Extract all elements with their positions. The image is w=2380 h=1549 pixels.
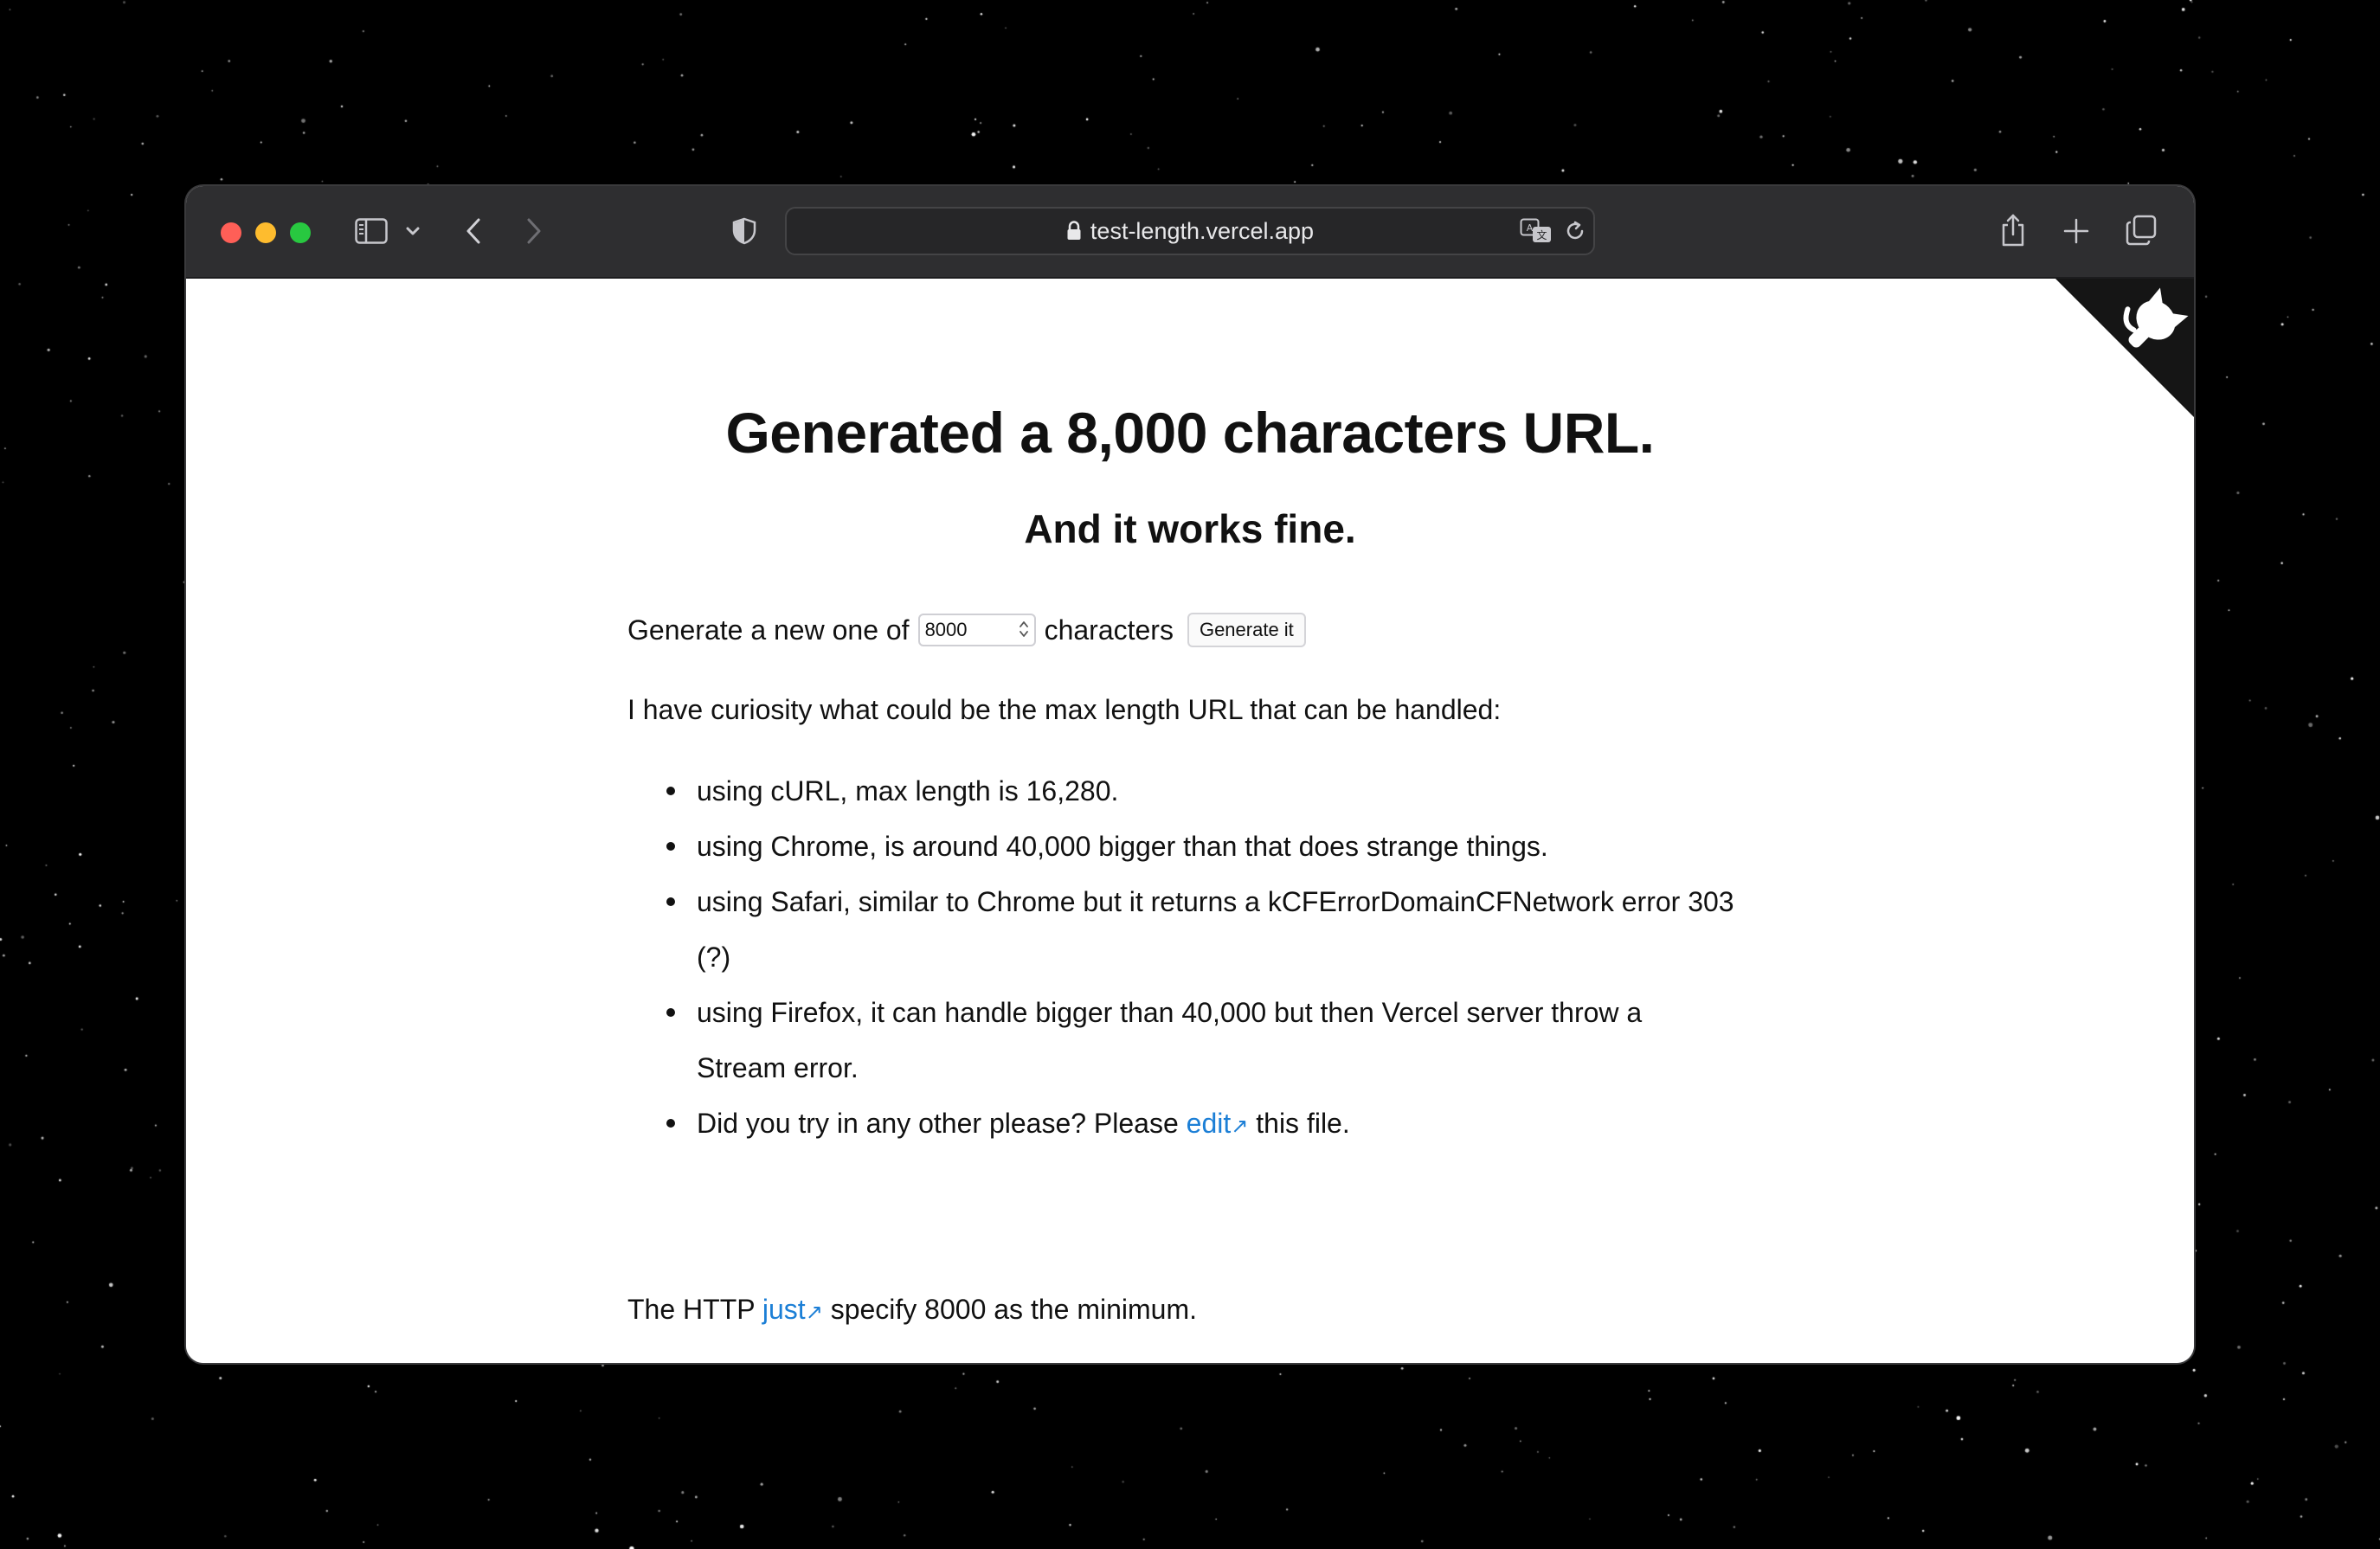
- list-item: using cURL, max length is 16,280.: [627, 763, 1753, 819]
- just-link[interactable]: just↗: [762, 1294, 823, 1325]
- github-corner-link[interactable]: [2055, 279, 2194, 417]
- tab-overview-icon[interactable]: [2125, 214, 2158, 247]
- external-link-icon: ↗: [805, 1301, 823, 1324]
- external-link-icon: ↗: [1231, 1115, 1249, 1138]
- generate-prefix-text: Generate a new one of: [627, 614, 910, 646]
- share-icon[interactable]: [1998, 212, 2028, 248]
- sidebar-icon[interactable]: [354, 215, 389, 247]
- forward-icon[interactable]: [524, 215, 544, 247]
- page-subtitle: And it works fine.: [1024, 506, 1356, 551]
- just-link-label: just: [762, 1294, 806, 1325]
- svg-text:文: 文: [1536, 228, 1547, 241]
- generate-suffix-text: characters: [1044, 614, 1174, 646]
- back-icon[interactable]: [463, 215, 484, 247]
- toolbar: test-length.vercel.app A文: [186, 186, 2194, 279]
- minimize-window-button[interactable]: [255, 222, 276, 243]
- new-tab-icon[interactable]: [2062, 217, 2090, 245]
- lock-icon: [1066, 221, 1082, 241]
- intro-paragraph: I have curiosity what could be the max l…: [627, 694, 1502, 725]
- list-item: using Chrome, is around 40,000 bigger th…: [627, 819, 1753, 874]
- list-item: using Firefox, it can handle bigger than…: [627, 985, 1753, 1096]
- length-value: 8000: [924, 619, 968, 640]
- list-item-text-end: this file.: [1256, 1108, 1350, 1139]
- list-item-text-continued: Stream error.: [697, 1052, 859, 1083]
- list-item-text: Did you try in any other please? Please: [697, 1108, 1179, 1139]
- generate-form: Generate a new one of 8000 characters Ge…: [627, 611, 1306, 649]
- zoom-window-button[interactable]: [290, 222, 311, 243]
- list-item-text: using Chrome, is around 40,000 bigger th…: [697, 831, 1548, 862]
- list-item: Did you try in any other please? Please …: [627, 1096, 1753, 1154]
- footer-text-end: specify 8000 as the minimum.: [830, 1294, 1197, 1325]
- close-window-button[interactable]: [221, 222, 241, 243]
- browser-window: test-length.vercel.app A文 Generated a 8,…: [186, 186, 2194, 1363]
- stepper-icon[interactable]: [1019, 619, 1029, 640]
- footer-paragraph: The HTTP just↗ specify 8000 as the minim…: [627, 1294, 1197, 1326]
- list-item: using Safari, similar to Chrome but it r…: [627, 874, 1753, 985]
- page-title: Generated a 8,000 characters URL.: [725, 401, 1655, 465]
- footer-text-start: The HTTP: [627, 1294, 755, 1325]
- translate-icon[interactable]: A文: [1519, 217, 1553, 245]
- address-bar-content: test-length.vercel.app: [787, 209, 1593, 254]
- length-number-input[interactable]: 8000: [917, 614, 1036, 646]
- chevron-down-icon[interactable]: [402, 222, 423, 240]
- list-item-text: using cURL, max length is 16,280.: [697, 775, 1119, 807]
- url-text: test-length.vercel.app: [1090, 217, 1315, 244]
- privacy-shield-icon[interactable]: [730, 215, 759, 247]
- edit-link-label: edit: [1186, 1108, 1232, 1139]
- list-item-text: using Safari, similar to Chrome but it r…: [697, 886, 1734, 917]
- reload-icon[interactable]: [1562, 219, 1588, 243]
- address-bar[interactable]: test-length.vercel.app A文: [785, 207, 1595, 255]
- svg-text:A: A: [1527, 222, 1534, 234]
- page-content: Generated a 8,000 characters URL. And it…: [186, 279, 2194, 1363]
- browser-results-list: using cURL, max length is 16,280. using …: [627, 763, 1753, 1154]
- generate-button[interactable]: Generate it: [1187, 613, 1306, 647]
- list-item-text-continued: (?): [697, 942, 731, 973]
- list-item-text: using Firefox, it can handle bigger than…: [697, 997, 1643, 1028]
- edit-link[interactable]: edit↗: [1187, 1108, 1249, 1139]
